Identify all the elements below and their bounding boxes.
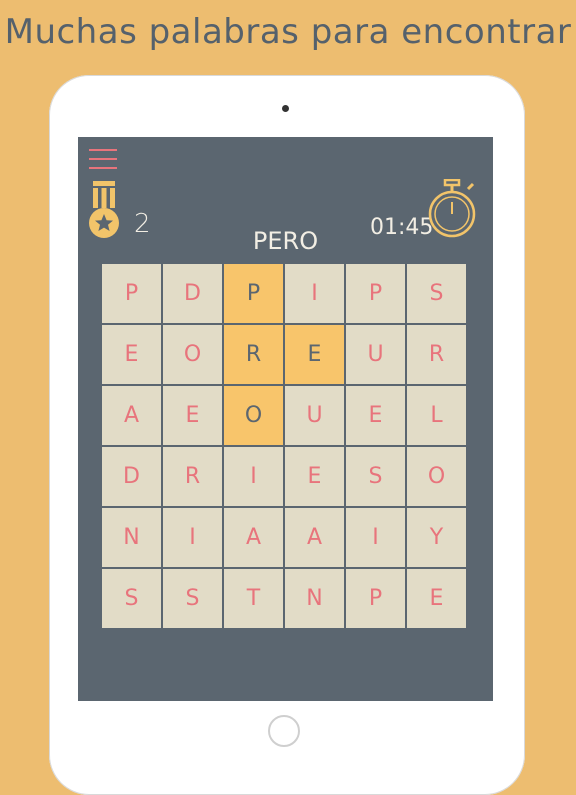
grid-cell[interactable]: A [224,508,283,567]
grid-cell[interactable]: E [285,325,344,384]
grid-cell[interactable]: Y [407,508,466,567]
grid-cell[interactable]: O [407,447,466,506]
promo-headline: Muchas palabras para encontrar [4,12,572,52]
grid-cell[interactable]: R [163,447,222,506]
grid-cell[interactable]: O [224,386,283,445]
grid-cell[interactable]: A [285,508,344,567]
hamburger-menu-icon[interactable] [89,147,117,171]
grid-cell[interactable]: T [224,569,283,628]
grid-cell[interactable]: O [163,325,222,384]
grid-cell[interactable]: S [346,447,405,506]
grid-cell[interactable]: N [285,569,344,628]
grid-cell[interactable]: P [346,569,405,628]
tablet-frame: 2 01:45 PERO PDPIPSEOREURAEOUELDRIESONIA… [49,75,525,795]
grid-cell[interactable]: P [346,264,405,323]
grid-cell[interactable]: D [102,447,161,506]
grid-cell[interactable]: I [163,508,222,567]
grid-cell[interactable]: N [102,508,161,567]
grid-cell[interactable]: S [163,569,222,628]
target-word: PERO [252,227,319,255]
grid-cell[interactable]: R [224,325,283,384]
grid-cell[interactable]: E [346,386,405,445]
home-button[interactable] [268,715,300,747]
grid-cell[interactable]: E [285,447,344,506]
grid-cell[interactable]: D [163,264,222,323]
grid-cell[interactable]: L [407,386,466,445]
grid-cell[interactable]: A [102,386,161,445]
grid-cell[interactable]: S [102,569,161,628]
grid-cell[interactable]: U [285,386,344,445]
letter-grid: PDPIPSEOREURAEOUELDRIESONIAAIYSSTNPE [102,264,466,628]
grid-cell[interactable]: E [407,569,466,628]
grid-cell[interactable]: R [407,325,466,384]
grid-cell[interactable]: E [163,386,222,445]
grid-cell[interactable]: S [407,264,466,323]
grid-cell[interactable]: I [346,508,405,567]
grid-cell[interactable]: I [224,447,283,506]
game-screen: 2 01:45 PERO PDPIPSEOREURAEOUELDRIESONIA… [78,137,493,701]
grid-cell[interactable]: I [285,264,344,323]
grid-cell[interactable]: E [102,325,161,384]
grid-cell[interactable]: P [224,264,283,323]
grid-cell[interactable]: P [102,264,161,323]
camera-dot [282,105,289,112]
grid-cell[interactable]: U [346,325,405,384]
